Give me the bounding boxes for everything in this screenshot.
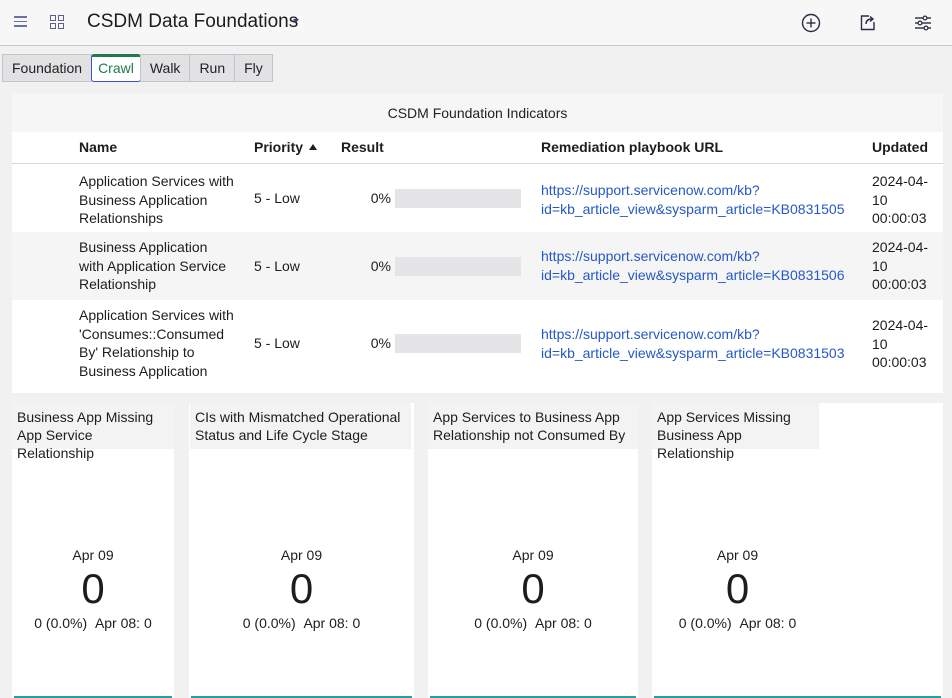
table-row[interactable]: Business Application with Application Se… <box>12 232 943 300</box>
column-header-updated[interactable]: Updated <box>872 139 928 155</box>
indicator-name: Application Services with Business Appli… <box>79 173 234 226</box>
filter-settings-icon[interactable] <box>911 11 935 35</box>
result-percent: 0% <box>370 335 391 351</box>
tab-foundation[interactable]: Foundation <box>2 54 93 82</box>
table-row[interactable]: Application Services with Business Appli… <box>12 164 943 232</box>
stage-tabs: Foundation Crawl Walk Run Fly <box>2 54 273 83</box>
tab-fly[interactable]: Fly <box>234 54 273 82</box>
card-title: App Services to Business App Relationshi… <box>428 403 638 449</box>
card-value: 0 <box>725 565 750 612</box>
tab-crawl[interactable]: Crawl <box>91 54 141 82</box>
card-title: Business App Missing App Service Relatio… <box>12 403 174 461</box>
score-card[interactable]: App Services to Business App Relationshi… <box>428 403 638 698</box>
card-change: 0 (0.0%) Apr 08: 0 <box>474 615 592 631</box>
indicator-name: Application Services with 'Consumes::Con… <box>79 307 234 379</box>
column-header-priority[interactable]: Priority <box>254 139 318 155</box>
remediation-link[interactable]: https://support.servicenow.com/kb? id=kb… <box>541 247 845 284</box>
foundation-indicators-panel: CSDM Foundation Indicators Name Priority… <box>12 93 943 393</box>
indicator-priority: 5 - Low <box>254 335 300 351</box>
card-change: 0 (0.0%) Apr 08: 0 <box>34 615 152 631</box>
updated-timestamp: 2024-04- 10 00:00:03 <box>872 173 929 226</box>
result-progress-bar <box>395 257 521 276</box>
updated-timestamp: 2024-04- 10 00:00:03 <box>872 239 929 292</box>
card-date: Apr 09 <box>72 547 114 563</box>
score-card[interactable]: CIs with Mismatched Operational Status a… <box>189 403 414 698</box>
tab-walk[interactable]: Walk <box>139 54 191 82</box>
card-change: 0 (0.0%) Apr 08: 0 <box>242 615 361 631</box>
panel-title: CSDM Foundation Indicators <box>12 93 943 132</box>
apps-grid-icon[interactable] <box>50 15 64 29</box>
column-header-result[interactable]: Result <box>341 139 384 155</box>
dashboard-title: CSDM Data Foundations <box>87 11 299 32</box>
card-date: Apr 09 <box>512 547 554 563</box>
menu-icon[interactable] <box>14 16 27 30</box>
card-title: App Services Missing Business App Relati… <box>652 403 819 461</box>
card-date: Apr 09 <box>280 547 323 563</box>
indicator-priority: 5 - Low <box>254 258 300 274</box>
card-change: 0 (0.0%) Apr 08: 0 <box>678 615 797 631</box>
card-title: CIs with Mismatched Operational Status a… <box>190 403 411 449</box>
result-percent: 0% <box>370 258 391 274</box>
indicator-priority: 5 - Low <box>254 190 300 206</box>
column-header-name[interactable]: Name <box>79 139 117 155</box>
card-value: 0 <box>289 565 314 612</box>
card-date: Apr 09 <box>716 547 759 563</box>
table-row[interactable]: Application Services with 'Consumes::Con… <box>12 300 943 385</box>
card-value: 0 <box>81 565 105 612</box>
share-icon[interactable] <box>855 11 879 35</box>
result-progress-bar <box>395 334 521 353</box>
card-value: 0 <box>521 565 545 612</box>
column-header-url[interactable]: Remediation playbook URL <box>541 139 723 155</box>
indicator-name: Business Application with Application Se… <box>79 239 227 292</box>
chevron-down-icon[interactable] <box>293 19 299 23</box>
sort-ascending-icon <box>309 144 318 150</box>
score-card[interactable]: App Services Missing Business App Relati… <box>652 403 943 698</box>
result-progress-bar <box>395 189 521 208</box>
score-card[interactable]: Business App Missing App Service Relatio… <box>12 403 174 698</box>
add-circle-icon[interactable] <box>799 11 823 35</box>
tab-run[interactable]: Run <box>189 54 236 82</box>
remediation-link[interactable]: https://support.servicenow.com/kb? id=kb… <box>541 325 845 362</box>
remediation-link[interactable]: https://support.servicenow.com/kb? id=kb… <box>541 181 845 218</box>
result-percent: 0% <box>370 190 391 206</box>
updated-timestamp: 2024-04- 10 00:00:03 <box>872 317 929 370</box>
app-header: CSDM Data Foundations <box>0 0 952 46</box>
